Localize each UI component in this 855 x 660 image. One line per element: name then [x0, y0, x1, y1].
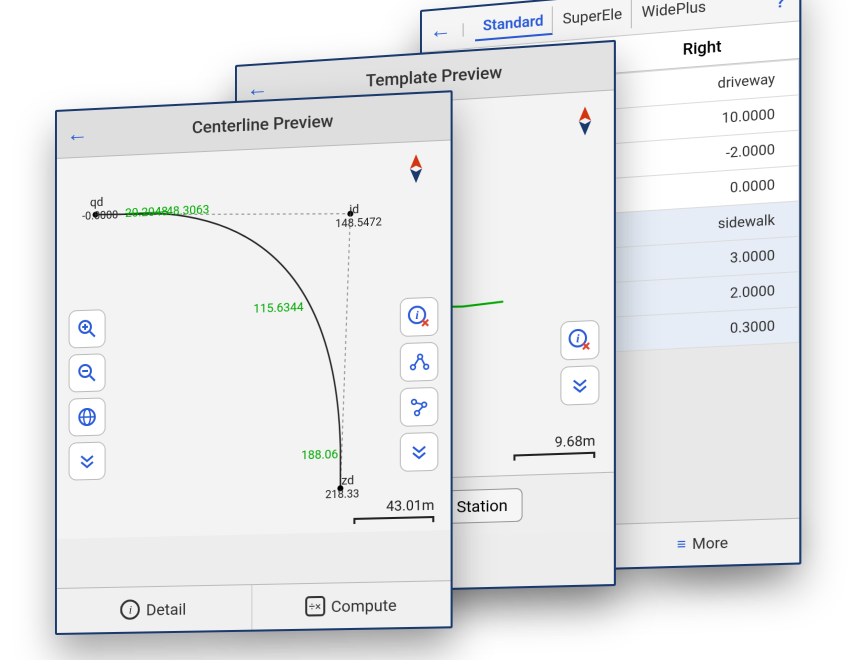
polyline-button[interactable] [400, 342, 439, 382]
nodes-button[interactable] [400, 387, 439, 427]
more-button[interactable]: ≡ More [607, 519, 799, 568]
label-qd-val: -0.0000 [82, 208, 118, 223]
label-g2: 48.3063 [166, 202, 209, 218]
compass-icon [575, 106, 596, 140]
tab-standard[interactable]: Standard [475, 6, 553, 41]
back-arrow-icon[interactable]: ← [247, 75, 268, 102]
svg-text:i: i [415, 308, 419, 323]
info-button[interactable]: i [400, 297, 439, 337]
compute-button[interactable]: ÷× Compute [252, 581, 451, 629]
panel-centerline-preview: ← Centerline Preview qd -0.0000 20.2048 … [55, 90, 453, 635]
label-mid: 115.6344 [253, 300, 303, 316]
page-title: Centerline Preview [88, 106, 440, 143]
centerline-canvas[interactable]: qd -0.0000 20.2048 48.3063 jd 148.5472 1… [57, 141, 451, 539]
svg-text:i: i [576, 331, 580, 346]
zoom-in-button[interactable] [69, 309, 106, 348]
label-qd: qd [90, 195, 103, 210]
globe-button[interactable] [69, 397, 106, 436]
expand-down-button[interactable] [69, 442, 106, 481]
info-icon: i [121, 599, 141, 619]
compute-label: Compute [331, 595, 397, 616]
info-button[interactable]: i [560, 320, 599, 361]
compute-icon: ÷× [305, 596, 325, 617]
expand-down-button[interactable] [560, 365, 599, 406]
expand-down-button[interactable] [400, 432, 439, 472]
back-arrow-icon[interactable]: ← [430, 16, 452, 44]
scale-value: 9.68m [555, 433, 596, 451]
tab-superele[interactable]: SuperEle [555, 0, 632, 35]
centerline-curve [57, 141, 451, 536]
footer-bar: i Detail ÷× Compute [57, 580, 451, 633]
scale-bar: 9.68m [513, 433, 595, 460]
more-icon: ≡ [677, 535, 686, 554]
label-low: 188.06 [301, 447, 338, 462]
detail-button[interactable]: i Detail [57, 585, 252, 633]
scale-value: 43.01m [386, 498, 434, 516]
scale-bar: 43.01m [353, 498, 434, 524]
help-icon[interactable]: ? [770, 0, 791, 12]
back-arrow-icon[interactable]: ← [67, 120, 88, 147]
tool-column: i [560, 320, 599, 412]
label-g1: 20.2048 [125, 204, 168, 220]
more-label: More [692, 533, 728, 553]
label-zd: zd [341, 473, 354, 488]
label-jd-val: 148.5472 [335, 215, 382, 230]
label-jd: jd [349, 202, 359, 217]
zoom-out-button[interactable] [69, 353, 106, 392]
right-tools: i [400, 297, 439, 478]
tab-wideplus[interactable]: WidePlus [633, 0, 714, 28]
left-tools [69, 309, 106, 487]
detail-label: Detail [146, 599, 186, 619]
